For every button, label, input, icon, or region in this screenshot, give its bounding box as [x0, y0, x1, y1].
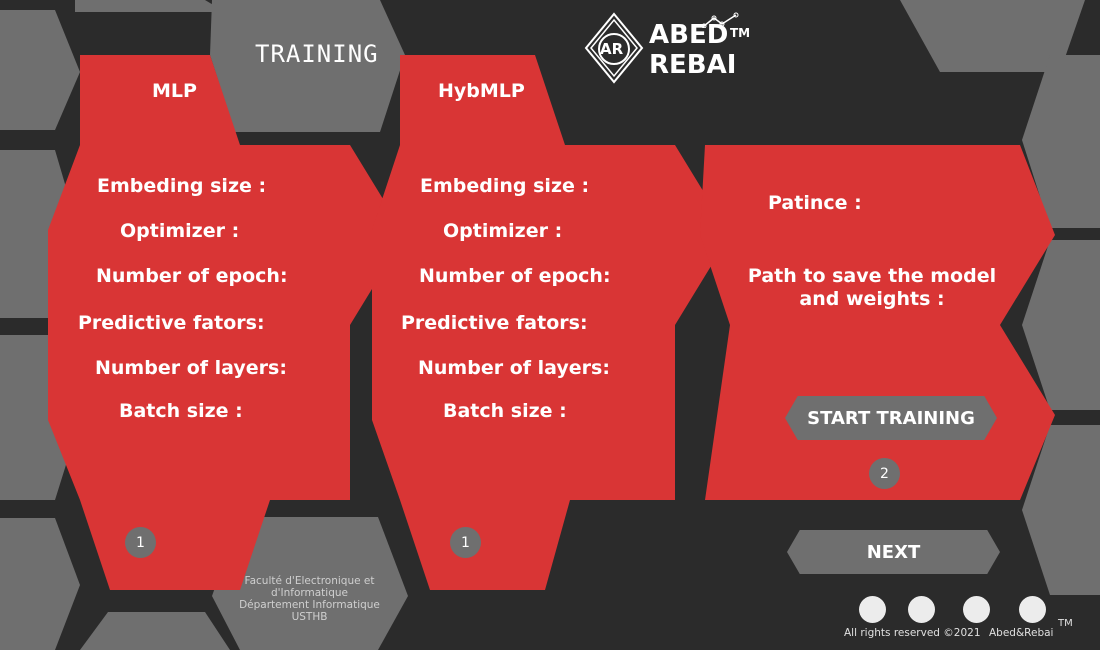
mlp-embedding-size-label: Embeding size :	[97, 175, 267, 197]
faculty-info: Faculté d'Electronique et d'Informatique…	[222, 575, 397, 623]
hybmlp-panel-title: HybMLP	[438, 80, 525, 102]
patience-label: Patince :	[768, 192, 862, 214]
common-step-badge: 2	[869, 458, 900, 489]
faculty-line4: USTHB	[291, 611, 328, 623]
faculty-line3: Département Informatique	[239, 599, 380, 611]
model-path-label: Path to save the model and weights :	[742, 265, 1002, 311]
mlp-batch-size-label: Batch size :	[119, 400, 243, 422]
logo-trademark: TM	[730, 26, 751, 40]
mlp-panel-title: MLP	[152, 80, 197, 102]
hybmlp-batch-size-label: Batch size :	[443, 400, 567, 422]
mlp-predictive-factors-label: Predictive fators:	[78, 312, 265, 334]
hybmlp-embedding-size-label: Embeding size :	[420, 175, 590, 197]
model-path-label-line2: and weights :	[799, 288, 945, 310]
nav-dot-4[interactable]	[1019, 596, 1046, 623]
logo-line2: REBAI	[649, 50, 737, 80]
logo: AR ABED REBAI TM	[582, 12, 762, 92]
next-button[interactable]: NEXT	[787, 530, 1000, 574]
mlp-step-badge: 1	[125, 527, 156, 558]
hybmlp-optimizer-label: Optimizer :	[443, 220, 563, 242]
faculty-line2: d'Informatique	[270, 587, 349, 599]
common-panel-shape	[700, 145, 1055, 500]
model-path-label-line1: Path to save the model	[747, 265, 997, 287]
hybmlp-step-badge: 1	[450, 527, 481, 558]
start-training-button[interactable]: START TRAINING	[785, 396, 997, 440]
hybmlp-predictive-factors-label: Predictive fators:	[401, 312, 588, 334]
logo-initials: AR	[600, 40, 624, 58]
hybmlp-epoch-label: Number of epoch:	[419, 265, 611, 287]
nav-dot-2[interactable]	[908, 596, 935, 623]
mlp-epoch-label: Number of epoch:	[96, 265, 288, 287]
faculty-line1: Faculté d'Electronique et	[244, 575, 375, 587]
hybmlp-layers-label: Number of layers:	[418, 357, 610, 379]
nav-dot-1[interactable]	[859, 596, 886, 623]
mlp-layers-label: Number of layers:	[95, 357, 287, 379]
mlp-optimizer-label: Optimizer :	[120, 220, 240, 242]
page-title: TRAINING	[255, 40, 379, 68]
brand-text: Abed&Rebai	[989, 627, 1054, 639]
brand-trademark: TM	[1058, 618, 1073, 629]
nav-dot-3[interactable]	[963, 596, 990, 623]
copyright-text: All rights reserved ©2021	[844, 627, 981, 639]
